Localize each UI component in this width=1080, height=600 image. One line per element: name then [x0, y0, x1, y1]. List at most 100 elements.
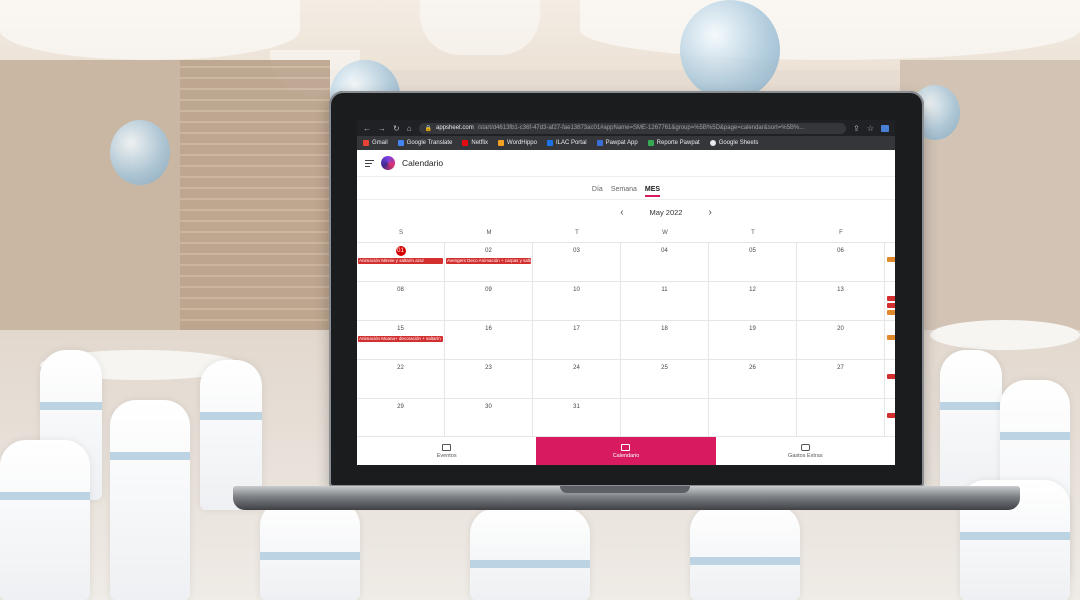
day-cell[interactable]: 05 [709, 243, 797, 282]
address-bar[interactable]: 🔒 appsheet.com /start/d4613fb1-c36f-47d3… [418, 122, 847, 134]
day-cell[interactable]: 12 [709, 282, 797, 321]
day-number: 18 [661, 326, 668, 332]
day-cell[interactable]: 06 [797, 243, 885, 282]
tab-mes[interactable]: MES [644, 180, 661, 197]
day-cell[interactable]: 22 [357, 360, 445, 399]
day-cell[interactable]: 08 [357, 282, 445, 321]
chair [0, 440, 90, 600]
day-cell[interactable]: 29 [357, 399, 445, 438]
bookmark-netflix[interactable]: Netflix [462, 140, 488, 146]
share-icon[interactable]: ⇪ [853, 124, 860, 133]
day-cell[interactable]: 13 [797, 282, 885, 321]
day-number: 19 [749, 326, 756, 332]
calendar-event[interactable]: Animación Minnie y saltarín azul [358, 258, 443, 264]
app-logo [381, 156, 395, 170]
day-cell[interactable]: 19 [709, 321, 797, 360]
day-number: 29 [397, 404, 404, 410]
day-cell[interactable]: 02 Avengers Deco Animación + carpas y sa… [445, 243, 533, 282]
day-cell[interactable]: 23 [445, 360, 533, 399]
day-cell[interactable]: 04 [621, 243, 709, 282]
calendar-event[interactable] [887, 413, 895, 418]
saturday-overflow-column [885, 321, 895, 360]
day-cell[interactable]: 18 [621, 321, 709, 360]
app-title: Calendario [402, 158, 444, 168]
calendar-event[interactable] [887, 310, 895, 315]
day-cell[interactable]: 30 [445, 399, 533, 438]
day-cell[interactable]: 31 [533, 399, 621, 438]
bookmark-reporte-pawpat[interactable]: Reporte Pawpat [647, 140, 700, 146]
calendar-event[interactable] [887, 303, 895, 308]
nav-calendario[interactable]: Calendario [536, 437, 716, 465]
chandelier [420, 0, 540, 55]
day-number: 08 [397, 287, 404, 293]
hamburger-menu-icon[interactable] [365, 159, 374, 167]
translate-icon [397, 140, 404, 146]
reload-icon[interactable]: ↻ [393, 124, 400, 133]
month-navigation: ‹ May 2022 › [357, 200, 895, 225]
day-cell[interactable]: 16 [445, 321, 533, 360]
day-cell[interactable] [709, 399, 797, 438]
bookmark-google-sheets[interactable]: Google Sheets [709, 140, 758, 146]
day-cell[interactable]: 15 Animación Moana+ decoración + saltarí… [357, 321, 445, 360]
ilac-icon [546, 140, 553, 146]
extension-icon[interactable] [881, 124, 889, 132]
day-cell[interactable]: 24 [533, 360, 621, 399]
day-number: 13 [837, 287, 844, 293]
saturday-overflow-column [885, 282, 895, 321]
day-cell[interactable]: 03 [533, 243, 621, 282]
day-number: 24 [573, 365, 580, 371]
bookmarks-bar: Gmail Google Translate Netflix WordHippo… [357, 136, 895, 150]
day-cell[interactable]: 27 [797, 360, 885, 399]
calendar-event[interactable] [887, 374, 895, 379]
day-cell[interactable]: 10 [533, 282, 621, 321]
money-icon [800, 443, 810, 451]
day-number: 26 [749, 365, 756, 371]
nav-gastos-extras[interactable]: Gastos Extras [716, 437, 895, 465]
day-cell[interactable]: 11 [621, 282, 709, 321]
laptop-screen: ← → ↻ ⌂ 🔒 appsheet.com /start/d4613fb1-c… [357, 120, 895, 465]
day-cell[interactable]: 17 [533, 321, 621, 360]
calendar-event[interactable]: Avengers Deco Animación + carpas y salta… [446, 258, 531, 264]
pawpat-icon [596, 140, 603, 146]
calendar-icon [621, 443, 631, 451]
tab-dia[interactable]: Día [592, 180, 603, 197]
bookmark-google-translate[interactable]: Google Translate [397, 140, 452, 146]
day-cell[interactable]: 25 [621, 360, 709, 399]
bookmark-wordhippo[interactable]: WordHippo [498, 140, 537, 146]
star-icon[interactable]: ☆ [867, 124, 874, 133]
calendar-grid: 01 Animación Minnie y saltarín azul 02 A… [357, 242, 895, 438]
day-number: 16 [485, 326, 492, 332]
day-cell[interactable]: 26 [709, 360, 797, 399]
nav-eventos[interactable]: Eventos [357, 437, 536, 465]
app-header: Calendario [357, 150, 895, 177]
day-cell[interactable]: 09 [445, 282, 533, 321]
bookmark-gmail[interactable]: Gmail [363, 140, 388, 146]
day-number: 25 [661, 365, 668, 371]
bottom-navigation: Eventos Calendario Gastos Extras [357, 436, 895, 465]
ceiling-drape [580, 0, 1080, 60]
day-number: 06 [837, 248, 844, 254]
bookmark-ilac-portal[interactable]: ILAC Portal [546, 140, 587, 146]
weekday-label: F [839, 230, 843, 236]
day-cell[interactable] [797, 399, 885, 438]
calendar-event[interactable] [887, 335, 895, 340]
weekday-label: W [662, 230, 668, 236]
back-icon[interactable]: ← [363, 124, 371, 133]
bookmark-pawpat-app[interactable]: Pawpat App [596, 140, 638, 146]
chevron-left-icon[interactable]: ‹ [620, 207, 623, 218]
home-icon[interactable]: ⌂ [407, 124, 412, 133]
calendar-event[interactable]: Animación Moana+ decoración + saltarín [358, 336, 443, 342]
day-number [797, 403, 884, 412]
chair [260, 500, 360, 600]
day-cell[interactable]: 20 [797, 321, 885, 360]
calendar-event[interactable] [887, 296, 895, 301]
tab-semana[interactable]: Semana [611, 180, 637, 197]
forward-icon[interactable]: → [378, 124, 386, 133]
day-cell[interactable]: 01 Animación Minnie y saltarín azul [357, 243, 445, 282]
chair [110, 400, 190, 600]
chevron-right-icon[interactable]: › [708, 207, 711, 218]
day-cell[interactable] [621, 399, 709, 438]
calendar-event[interactable] [887, 257, 895, 262]
day-number [621, 403, 708, 412]
view-tabs: Día Semana MES [357, 177, 895, 200]
